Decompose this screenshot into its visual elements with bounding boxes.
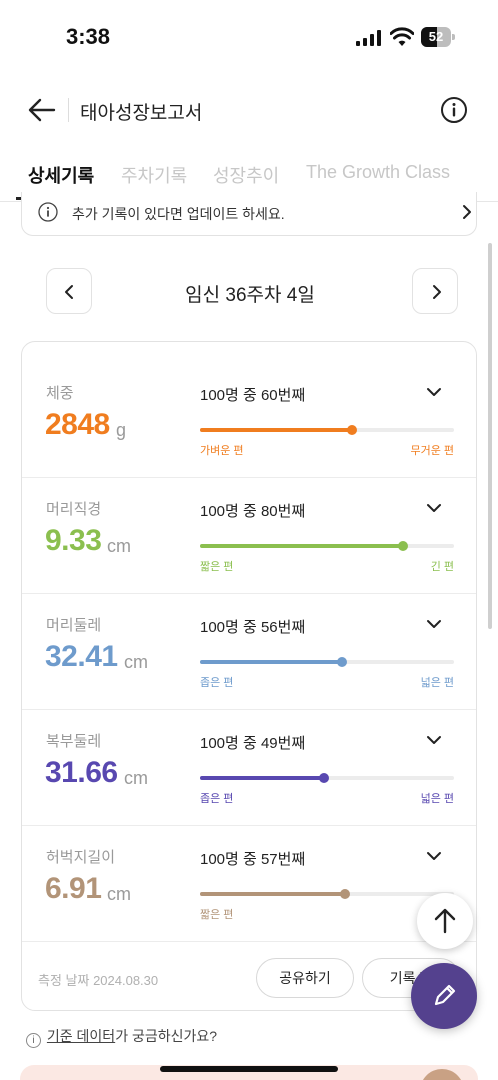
chevron-down-icon[interactable] bbox=[426, 618, 442, 630]
metric-label: 복부둘레 bbox=[46, 733, 102, 750]
arrow-left-icon[interactable] bbox=[26, 94, 58, 126]
metric-row-weight[interactable]: 체중 2848 g 100명 중 60번째가벼운 편 무거운 편 bbox=[22, 342, 476, 478]
chevron-left-icon bbox=[65, 285, 73, 299]
status-bar: 3:38 52 bbox=[0, 0, 498, 76]
tab-growth-class[interactable]: The Growth Class bbox=[306, 162, 450, 183]
reference-data-question: 가 궁금하신가요? bbox=[115, 1028, 218, 1044]
metric-row-abdominal-circumference[interactable]: 복부둘레 31.66 cm 100명 중 49번째좁은 편 넓은 편 bbox=[22, 710, 476, 826]
card-footer: 측정 날짜 2024.08.30 공유하기 기록 편 bbox=[22, 942, 476, 1010]
metric-rank: 100명 중 80번째 bbox=[200, 503, 306, 520]
tab-detail-record[interactable]: 상세기록 bbox=[28, 162, 94, 188]
metric-rank: 100명 중 49번째 bbox=[200, 735, 306, 752]
reference-data-link-text[interactable]: 기준 데이터 bbox=[47, 1028, 115, 1044]
page-title: 태아성장보고서 bbox=[80, 103, 203, 124]
status-time: 3:38 bbox=[66, 24, 111, 49]
battery-level: 52 bbox=[428, 29, 444, 44]
metric-rank: 100명 중 60번째 bbox=[200, 387, 306, 404]
percentile-marker bbox=[347, 425, 358, 435]
pregnancy-week-label: 임신 36주차 4일 bbox=[185, 285, 315, 306]
metric-row-femur-length[interactable]: 허벅지길이 6.91 cm 100명 중 57번째짧은 편 bbox=[22, 826, 476, 942]
chevron-right-icon bbox=[463, 205, 471, 219]
metric-label: 머리직경 bbox=[46, 501, 102, 518]
tab-growth-trend[interactable]: 성장추이 bbox=[213, 162, 279, 188]
metric-value: 32.41 bbox=[45, 640, 118, 673]
notice-text: 추가 기록이 있다면 업데이트 하세요. bbox=[72, 206, 285, 222]
signal-icon bbox=[356, 30, 381, 46]
header-divider bbox=[68, 98, 69, 122]
info-icon[interactable] bbox=[440, 96, 468, 124]
metric-value: 9.33 bbox=[45, 524, 102, 557]
scale-low-label: 좁은 편 bbox=[200, 677, 234, 689]
wifi-icon bbox=[390, 27, 414, 46]
metric-label: 머리둘레 bbox=[46, 617, 102, 634]
pencil-icon bbox=[434, 984, 456, 1006]
percentile-track bbox=[200, 541, 454, 551]
scale-low-label: 짧은 편 bbox=[200, 561, 234, 573]
chevron-down-icon[interactable] bbox=[426, 386, 442, 398]
previous-week-button[interactable] bbox=[46, 268, 92, 314]
scroll-to-top-button[interactable] bbox=[417, 893, 473, 949]
percentile-marker bbox=[337, 657, 348, 667]
percentile-marker bbox=[319, 773, 330, 783]
battery-icon: 52 bbox=[421, 27, 455, 47]
growth-metrics-card: 체중 2848 g 100명 중 60번째 가벼운 편 무거운 편 머리직경 9.33 cm 10… bbox=[21, 341, 477, 1011]
percentile-fill bbox=[200, 544, 404, 548]
metric-value: 6.91 bbox=[45, 872, 102, 905]
metric-value: 2848 bbox=[45, 408, 110, 441]
chevron-down-icon[interactable] bbox=[426, 502, 442, 514]
banner-avatar bbox=[420, 1069, 464, 1080]
metric-unit: g bbox=[116, 420, 127, 440]
tab-weekly-record[interactable]: 주차기록 bbox=[121, 162, 187, 188]
metric-unit: cm bbox=[124, 652, 148, 672]
share-button[interactable]: 공유하기 bbox=[256, 958, 354, 998]
next-week-button[interactable] bbox=[412, 268, 458, 314]
percentile-marker bbox=[339, 889, 350, 899]
scale-low-label: 좁은 편 bbox=[200, 793, 234, 805]
percentile-fill bbox=[200, 660, 343, 664]
metric-label: 허벅지길이 bbox=[46, 849, 116, 866]
home-indicator bbox=[160, 1066, 338, 1072]
metric-rank: 100명 중 56번째 bbox=[200, 619, 306, 636]
scale-high-label: 무거운 편 bbox=[410, 445, 454, 457]
percentile-track bbox=[200, 657, 454, 667]
arrow-up-icon bbox=[434, 908, 456, 934]
scale-low-label: 짧은 편 bbox=[200, 909, 234, 921]
update-notice[interactable]: 추가 기록이 있다면 업데이트 하세요. bbox=[21, 192, 477, 236]
metric-unit: cm bbox=[107, 884, 131, 904]
percentile-marker bbox=[398, 541, 409, 551]
metric-label: 체중 bbox=[46, 385, 74, 402]
metric-value: 31.66 bbox=[45, 756, 118, 789]
metric-unit: cm bbox=[107, 536, 131, 556]
metric-row-head-diameter[interactable]: 머리직경 9.33 cm 100명 중 80번째짧은 편 긴 편 bbox=[22, 478, 476, 594]
metric-unit: cm bbox=[124, 768, 148, 788]
scale-high-label: 넓은 편 bbox=[420, 793, 454, 805]
percentile-track bbox=[200, 425, 454, 435]
header: 태아성장보고서 bbox=[0, 88, 498, 134]
percentile-track bbox=[200, 773, 454, 783]
reference-data-link[interactable]: i 기준 데이터가 궁금하신가요? bbox=[26, 1026, 217, 1048]
write-record-button[interactable] bbox=[411, 963, 477, 1029]
metric-row-head-circumference[interactable]: 머리둘레 32.41 cm 100명 중 56번째좁은 편 넓은 편 bbox=[22, 594, 476, 710]
percentile-track bbox=[200, 889, 454, 899]
chevron-right-icon bbox=[433, 285, 441, 299]
percentile-fill bbox=[200, 892, 345, 896]
measurement-date: 측정 날짜 2024.08.30 bbox=[38, 973, 159, 988]
metric-rank: 100명 중 57번째 bbox=[200, 851, 306, 868]
chevron-down-icon[interactable] bbox=[426, 850, 442, 862]
scale-high-label: 긴 편 bbox=[430, 561, 454, 573]
chevron-down-icon[interactable] bbox=[426, 734, 442, 746]
info-icon: i bbox=[26, 1033, 41, 1048]
info-icon bbox=[38, 202, 58, 222]
scrollbar[interactable] bbox=[488, 243, 492, 629]
percentile-fill bbox=[200, 428, 353, 432]
scale-low-label: 가벼운 편 bbox=[200, 445, 244, 457]
percentile-fill bbox=[200, 776, 325, 780]
scale-high-label: 넓은 편 bbox=[420, 677, 454, 689]
